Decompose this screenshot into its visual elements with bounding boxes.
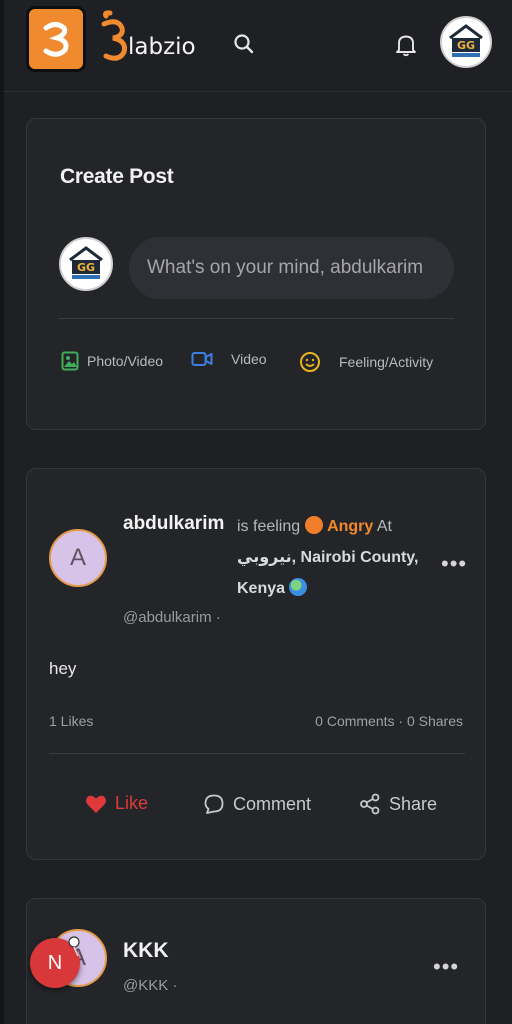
feeling-location[interactable]: نيروبي, Nairobi County, Kenya	[237, 549, 418, 597]
post-body-text: hey	[49, 659, 77, 678]
composer-gg-avatar: GG	[59, 237, 113, 291]
share-nodes-icon	[360, 793, 380, 815]
post-divider	[49, 753, 465, 754]
avatar-text: GG	[457, 39, 475, 52]
profile-avatar[interactable]: GG	[440, 16, 492, 68]
comment-bubble-icon	[204, 794, 224, 814]
search-icon[interactable]	[232, 32, 256, 56]
video-camera-icon	[191, 352, 213, 366]
video-label: Video	[231, 351, 267, 367]
feeling-value: Angry	[327, 518, 374, 535]
photo-video-label: Photo/Video	[87, 353, 164, 369]
avatar-initial: A	[69, 544, 86, 571]
three-logo-glyph	[43, 22, 69, 57]
like-label: Like	[115, 793, 149, 813]
top-bar: labzio GG	[4, 0, 512, 92]
globe-icon	[289, 578, 308, 596]
create-post-card: Create Post GG Photo/Video Video Feeling…	[26, 118, 486, 430]
post-options-icon[interactable]: •••	[441, 551, 467, 577]
post-composer-input[interactable]	[129, 237, 454, 299]
comments-shares-count[interactable]: 0 Comments · 0 Shares	[315, 713, 463, 729]
post-options-icon[interactable]: •••	[433, 954, 459, 980]
photo-video-button[interactable]: Photo/Video	[61, 351, 163, 371]
post-card: A abdulkarim is feeling Angry At نيروبي,…	[26, 468, 486, 860]
brand-name: labzio	[128, 34, 196, 60]
post-username[interactable]: KKK	[123, 939, 169, 963]
video-button[interactable]: Video	[191, 351, 267, 367]
floating-user-badge[interactable]: N	[30, 936, 80, 988]
create-post-title: Create Post	[60, 165, 174, 188]
comment-button[interactable]: Comment	[203, 793, 311, 815]
feeling-status: is feeling Angry At نيروبي, Nairobi Coun…	[237, 511, 437, 604]
composer-divider	[59, 318, 454, 319]
like-button[interactable]: Like	[85, 793, 148, 814]
photo-icon	[61, 351, 79, 371]
pin-icon	[68, 936, 80, 957]
post-handle[interactable]: @abdulkarim ·	[123, 609, 221, 626]
heart-icon	[86, 795, 106, 813]
feeling-at: At	[376, 518, 392, 535]
brand-logo[interactable]: labzio	[100, 10, 196, 66]
composer-avatar[interactable]: GG	[59, 237, 113, 291]
post-card: A KKK @KKK · •••	[26, 898, 486, 1024]
feeling-activity-label: Feeling/Activity	[339, 354, 434, 370]
post-username[interactable]: abdulkarim	[123, 513, 224, 535]
app-logo-icon[interactable]	[26, 6, 86, 72]
angry-face-icon	[304, 516, 323, 534]
share-button[interactable]: Share	[359, 793, 437, 815]
brand-mark-icon	[101, 10, 127, 61]
share-label: Share	[389, 793, 438, 814]
smiley-icon	[300, 352, 320, 372]
composer-avatar-text: GG	[77, 261, 95, 274]
badge-initial: N	[47, 951, 63, 974]
post-author-avatar[interactable]: A	[49, 529, 107, 587]
gg-logo-avatar: GG	[440, 16, 492, 68]
left-edge	[0, 0, 4, 1024]
feeling-prefix: is feeling	[237, 518, 301, 535]
feeling-activity-button[interactable]: Feeling/Activity	[299, 351, 433, 373]
comment-label: Comment	[233, 793, 312, 814]
bell-icon[interactable]	[394, 32, 418, 58]
post-handle[interactable]: @KKK ·	[123, 977, 177, 994]
likes-count[interactable]: 1 Likes	[49, 713, 93, 729]
